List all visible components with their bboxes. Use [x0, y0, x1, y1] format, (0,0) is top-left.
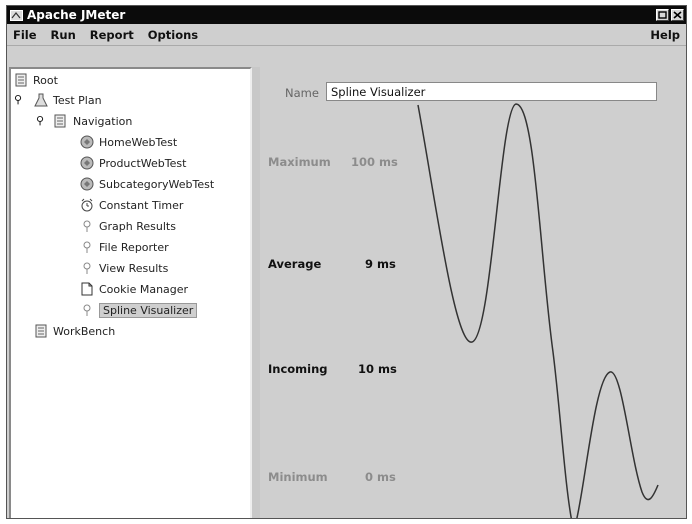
listener-icon: [80, 240, 94, 254]
maximize-icon: [658, 11, 667, 19]
tree-item-spline-visualizer[interactable]: Spline Visualizer: [80, 301, 198, 319]
title-bar[interactable]: Apache JMeter: [7, 6, 686, 24]
tree-item-product-web-test[interactable]: ProductWebTest: [80, 154, 186, 172]
controller-icon: [80, 135, 94, 149]
tree-item-view-results[interactable]: View Results: [80, 259, 168, 277]
listener-icon: [80, 261, 94, 275]
tree-item-cookie-manager[interactable]: Cookie Manager: [80, 280, 188, 298]
controller-icon: [80, 177, 94, 191]
menu-run[interactable]: Run: [51, 28, 76, 42]
timer-icon: [80, 198, 94, 212]
listener-icon: [80, 219, 94, 233]
maximize-button[interactable]: [656, 9, 669, 21]
tree-item-workbench[interactable]: WorkBench: [34, 322, 115, 340]
spline-graph: [417, 103, 659, 518]
app-icon: [10, 9, 23, 21]
tree-label: Constant Timer: [99, 198, 184, 212]
tree-item-test-plan[interactable]: Test Plan: [34, 91, 102, 109]
workbench-icon: [34, 324, 48, 338]
tree-expand-icon[interactable]: ⚲: [36, 114, 44, 127]
spline-curve: [417, 103, 659, 518]
tree-label: Cookie Manager: [99, 282, 189, 296]
controller-icon: [80, 156, 94, 170]
tree-label: HomeWebTest: [99, 135, 178, 149]
tree-item-file-reporter[interactable]: File Reporter: [80, 238, 169, 256]
tree-item-root[interactable]: Root: [14, 71, 58, 89]
tree-item-subcategory-web-test[interactable]: SubcategoryWebTest: [80, 175, 214, 193]
close-icon: [673, 11, 682, 19]
document-icon: [80, 282, 94, 296]
split-pane-divider[interactable]: [252, 67, 260, 518]
tree-label: WorkBench: [53, 324, 116, 338]
tree-label: File Reporter: [99, 240, 169, 254]
tree-label: ProductWebTest: [99, 156, 187, 170]
spline-visualizer-panel: Name Maximum 100 ms Average 9 ms Incomin…: [260, 67, 686, 518]
tree-label: Graph Results: [99, 219, 176, 233]
tree-label-selected: Spline Visualizer: [99, 302, 198, 318]
tree-label: Root: [33, 73, 58, 87]
tree-label: Navigation: [73, 114, 133, 128]
tree-expand-icon[interactable]: ⚲: [14, 93, 22, 106]
tree-label: View Results: [99, 261, 169, 275]
tree-item-graph-results[interactable]: Graph Results: [80, 217, 176, 235]
menu-bar: File Run Report Options Help: [7, 24, 686, 46]
test-tree-panel[interactable]: Root ⚲ Test Plan ⚲ Navigation HomeWebTes…: [9, 67, 252, 518]
tree-item-navigation[interactable]: Navigation: [54, 112, 132, 130]
tree-item-home-web-test[interactable]: HomeWebTest: [80, 133, 177, 151]
window-title: Apache JMeter: [27, 8, 126, 22]
jmeter-window: Apache JMeter File Run Report Options He…: [6, 5, 687, 519]
menu-report[interactable]: Report: [90, 28, 134, 42]
menu-file[interactable]: File: [13, 28, 37, 42]
root-icon: [14, 73, 28, 87]
tree-label: Test Plan: [53, 93, 102, 107]
menu-options[interactable]: Options: [148, 28, 198, 42]
test-plan-icon: [34, 93, 48, 107]
close-button[interactable]: [671, 9, 684, 21]
tree-item-constant-timer[interactable]: Constant Timer: [80, 196, 183, 214]
tree-label: SubcategoryWebTest: [99, 177, 215, 191]
listener-icon: [80, 303, 94, 317]
menu-help[interactable]: Help: [650, 28, 680, 42]
thread-group-icon: [54, 114, 68, 128]
